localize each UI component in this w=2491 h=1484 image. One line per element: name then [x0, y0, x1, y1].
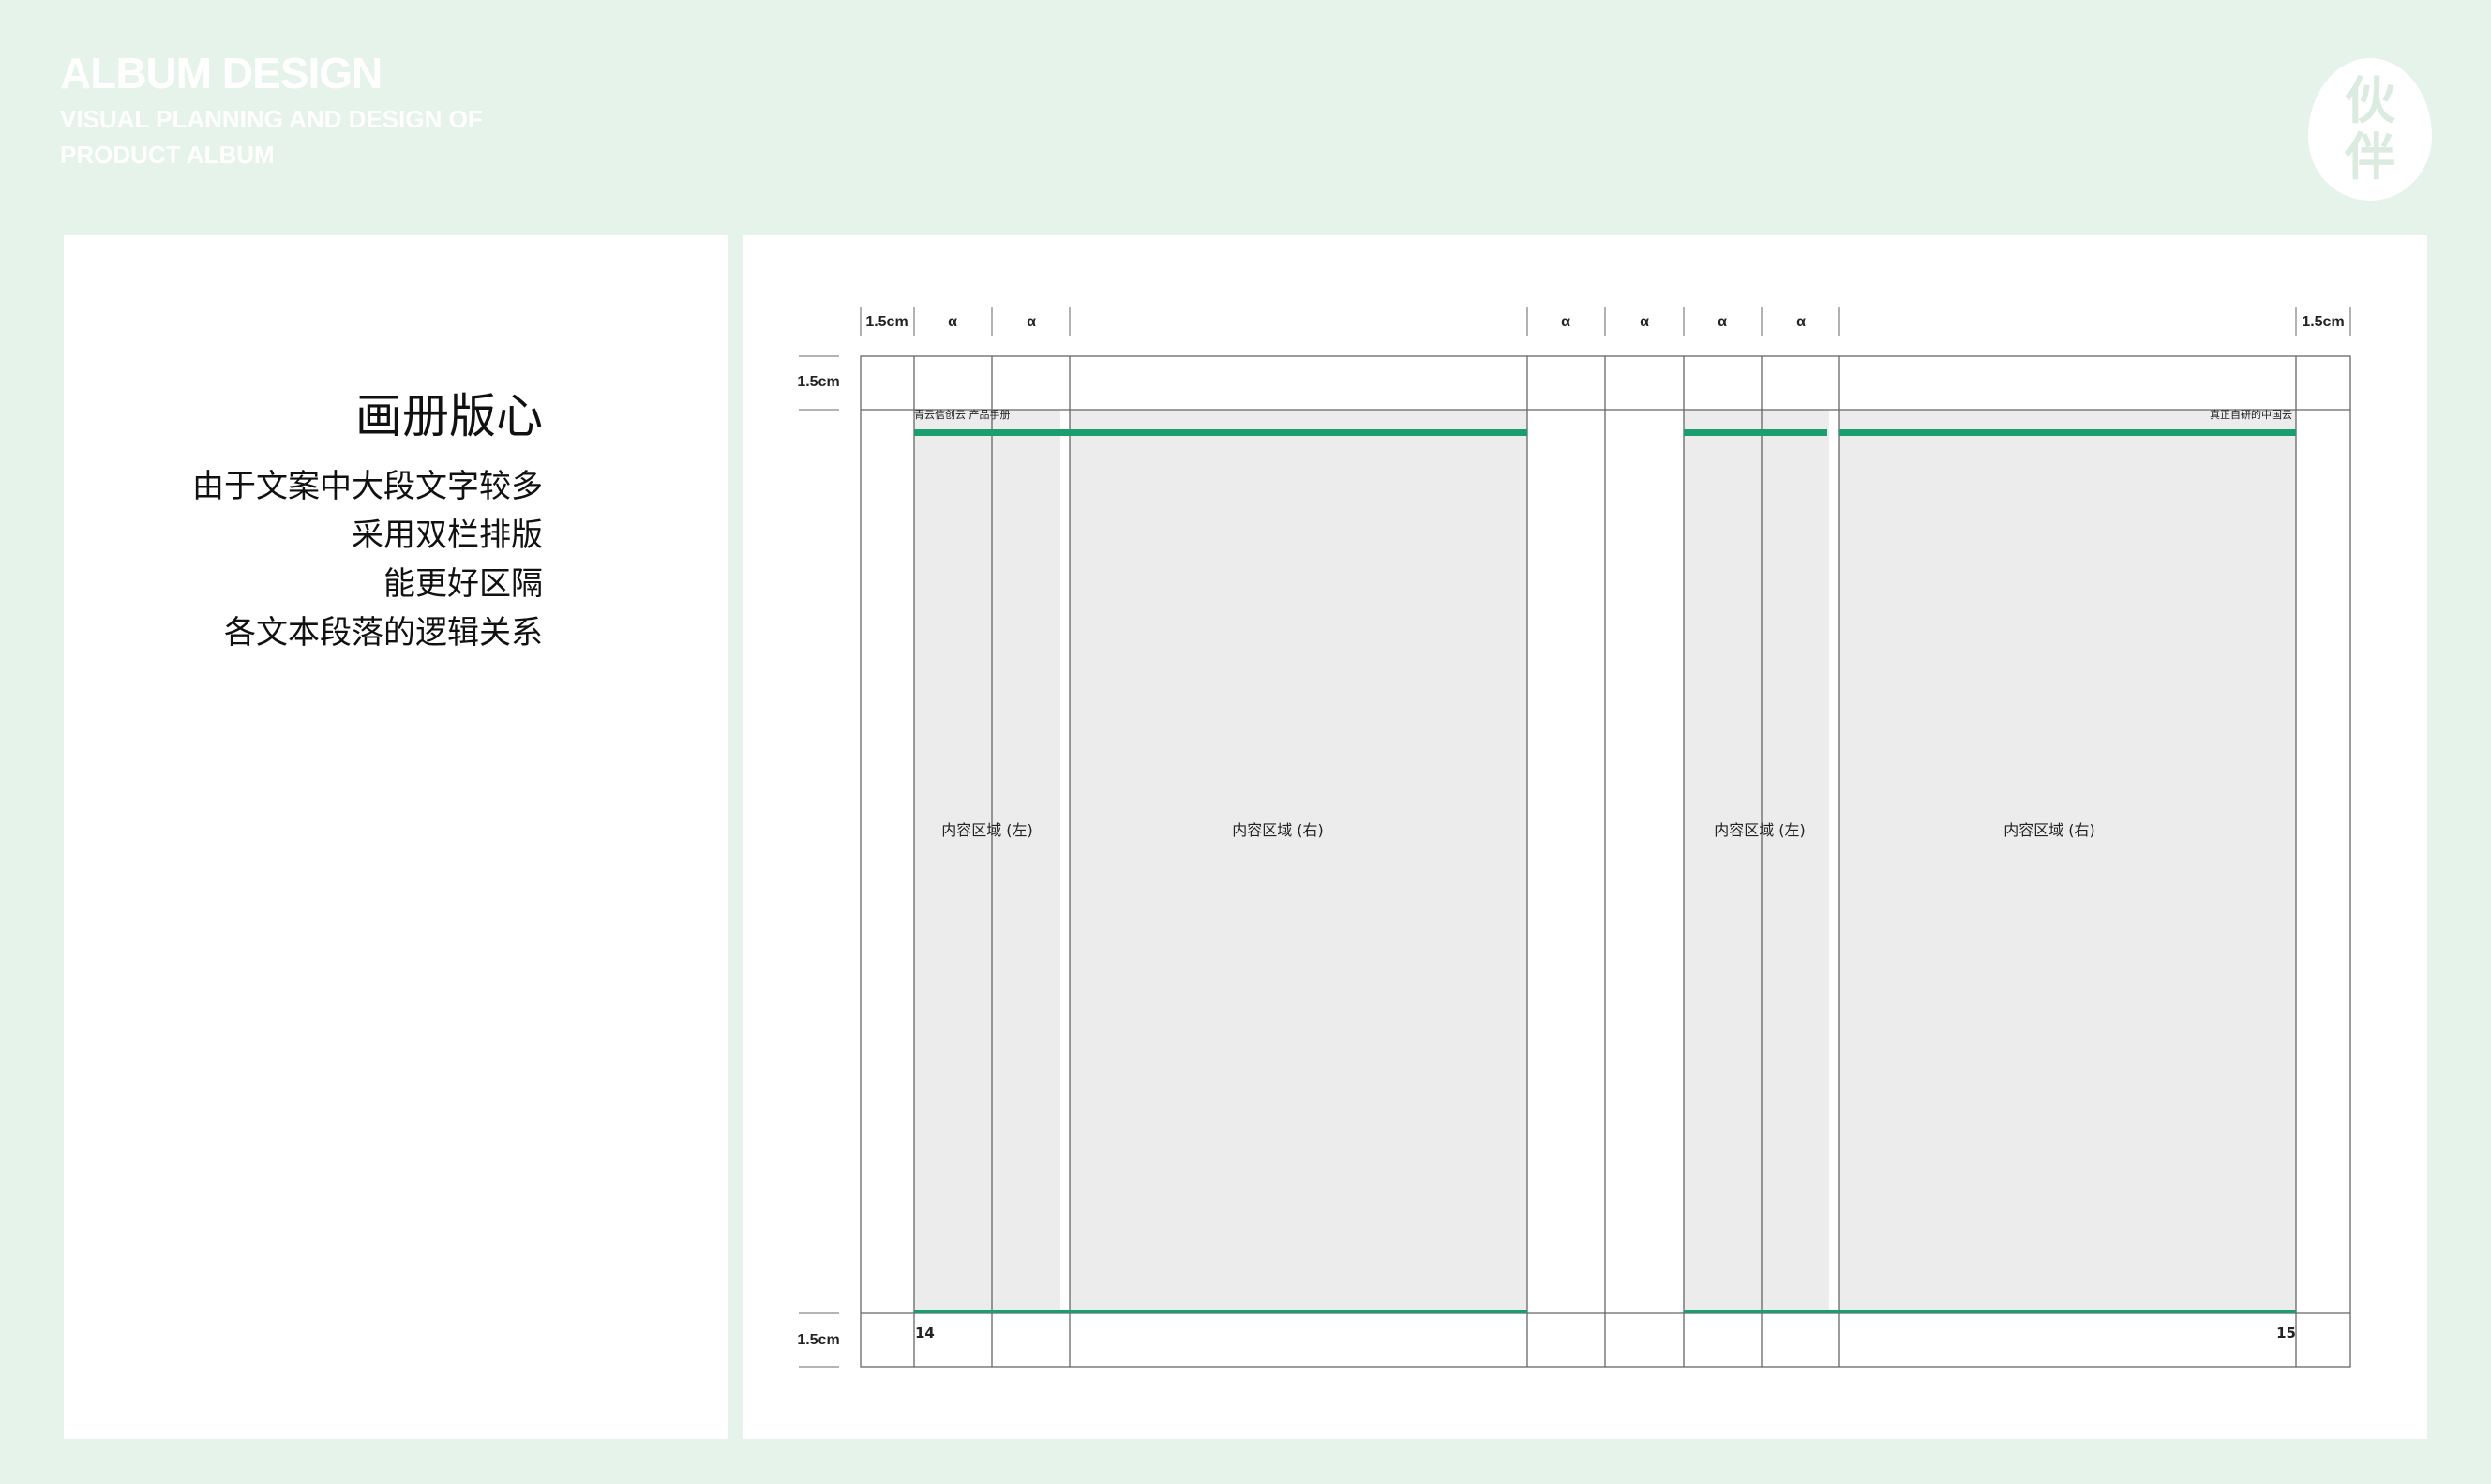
dim-label-alpha-5: α	[1718, 314, 1727, 330]
right-page-col-left-header-rule	[1684, 429, 1827, 436]
right-page-footer-rule	[1684, 1310, 2296, 1313]
dim-label-alpha-3: α	[1561, 314, 1570, 330]
right-page-header-text: 真正自研的中国云	[2210, 408, 2292, 421]
left-page-header-text: 青云信创云 产品手册	[914, 408, 1011, 421]
left-page-col-left-label: 内容区域 (左)	[941, 821, 1033, 839]
dim-label-alpha-1: α	[948, 314, 957, 330]
dim-label-margin-right: 1.5cm	[2302, 314, 2344, 330]
left-page-footer-rule	[914, 1310, 1527, 1313]
right-page-column-right-fill	[1839, 410, 2296, 1312]
left-page-col-right-label: 内容区域 (右)	[1232, 821, 1324, 839]
left-page-header-rule	[914, 429, 1527, 436]
dim-label-alpha-2: α	[1027, 314, 1036, 330]
dim-label-margin-top: 1.5cm	[797, 374, 839, 390]
dim-label-alpha-6: α	[1796, 314, 1806, 330]
left-page-number: 14	[915, 1325, 935, 1342]
right-page-column-left-fill	[1684, 410, 1829, 1312]
right-page-header-rule	[1839, 429, 2296, 436]
right-page-col-left-label: 内容区域 (左)	[1714, 821, 1806, 839]
dim-label-margin-left: 1.5cm	[865, 314, 908, 330]
right-page-number: 15	[2276, 1325, 2296, 1342]
left-page-column-right-fill	[1070, 410, 1527, 1312]
top-dimension-ticks	[860, 307, 2351, 336]
left-page-column-left-fill	[914, 410, 1060, 1312]
dim-label-alpha-4: α	[1640, 314, 1649, 330]
dim-label-margin-bottom: 1.5cm	[797, 1332, 839, 1348]
left-dimension-ticks	[799, 355, 839, 1368]
right-page-col-right-label: 内容区域 (右)	[2003, 821, 2095, 839]
layout-grid-diagram: 1.5cm α α α α α α 1.5cm 1.5cm 1.5cm 青云信创…	[797, 307, 2351, 1368]
